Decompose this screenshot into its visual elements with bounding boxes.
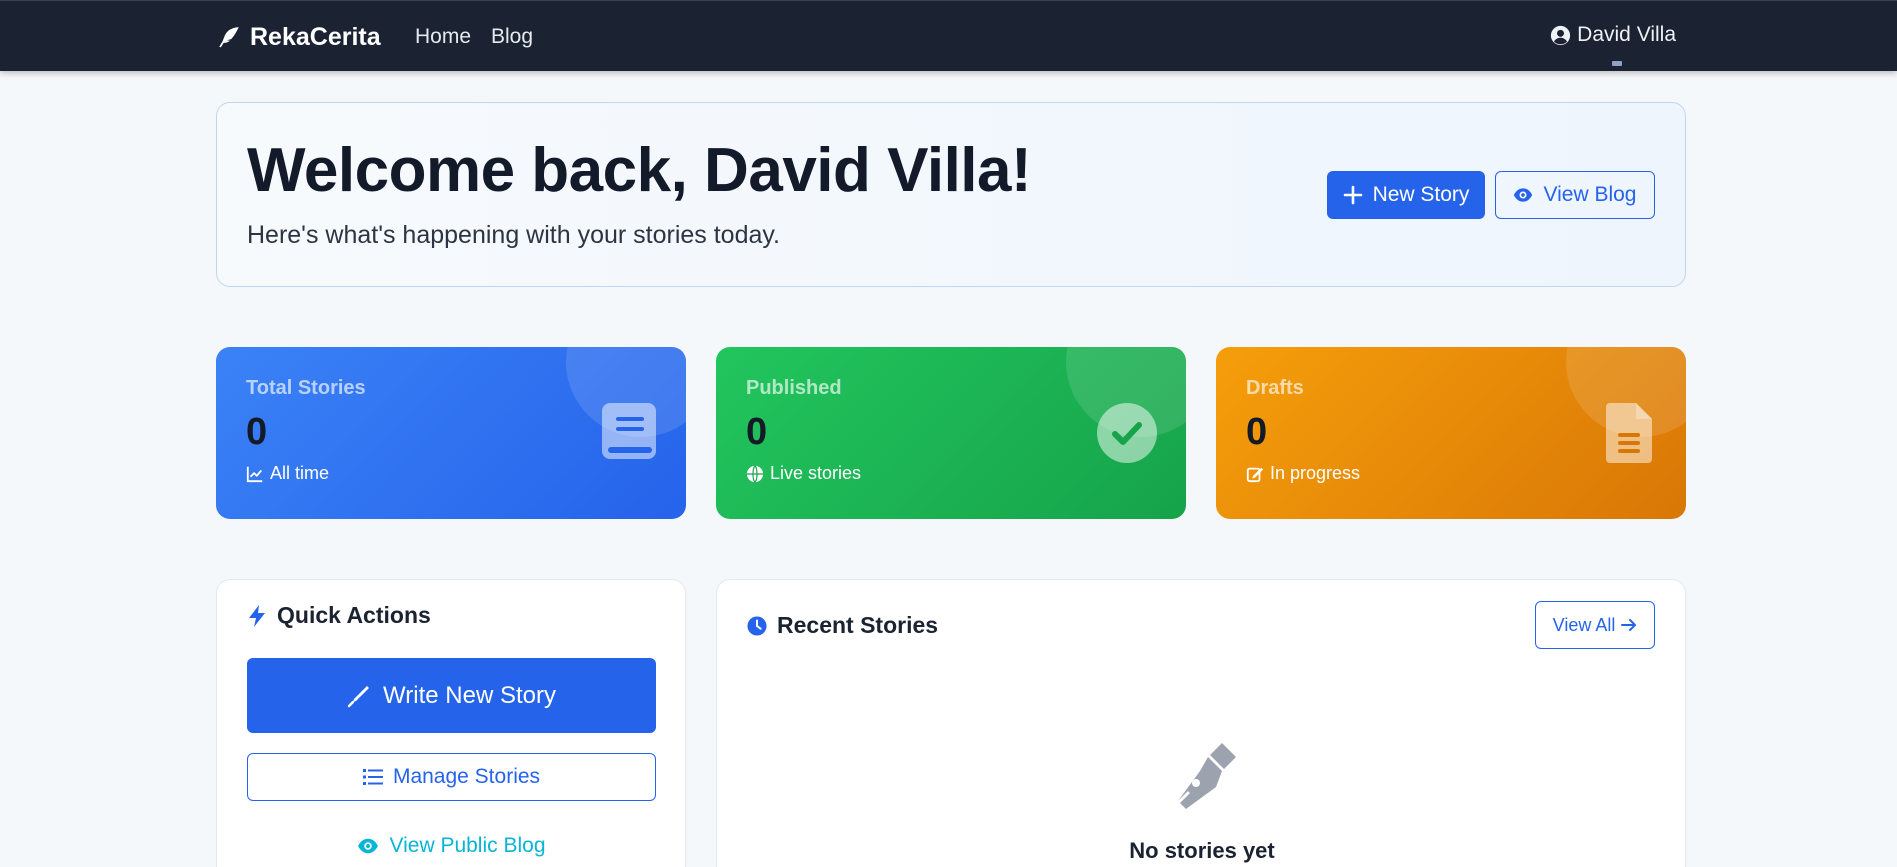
clock-icon: [747, 615, 767, 636]
stat-card-drafts: Drafts 0 In progress: [1216, 347, 1686, 519]
list-icon: [362, 769, 383, 785]
user-dropdown-caret-icon[interactable]: [1612, 61, 1622, 66]
view-blog-button[interactable]: View Blog: [1495, 171, 1655, 219]
view-all-label: View All: [1552, 614, 1616, 635]
eye-icon: [1514, 188, 1533, 202]
stat-label: Drafts: [1246, 377, 1304, 399]
book-icon: [602, 403, 656, 459]
stat-sub-text: Live stories: [770, 463, 862, 483]
quick-actions-panel: Quick Actions Write New Story Manage Sto…: [216, 579, 686, 867]
stat-value: 0: [1246, 411, 1268, 453]
pen-icon: [347, 685, 370, 707]
view-public-blog-link[interactable]: View Public Blog: [247, 828, 656, 864]
view-public-blog-label: View Public Blog: [389, 834, 546, 857]
stat-sub: In progress: [1246, 463, 1360, 484]
view-blog-label: View Blog: [1543, 183, 1637, 206]
brand-name: RekaCerita: [250, 22, 381, 51]
manage-stories-label: Manage Stories: [392, 765, 541, 788]
new-story-label: New Story: [1372, 183, 1470, 206]
stat-sub-text: In progress: [1270, 463, 1361, 483]
eye-icon: [358, 838, 379, 854]
stat-card-published: Published 0 Live stories: [716, 347, 1186, 519]
chart-line-icon: [246, 466, 263, 482]
stat-sub: Live stories: [746, 463, 861, 484]
stat-sub: All time: [246, 463, 329, 484]
welcome-card: Welcome back, David Villa! Here's what's…: [216, 102, 1686, 287]
globe-icon: [746, 464, 764, 483]
stat-label: Published: [746, 377, 842, 399]
bolt-icon: [249, 604, 265, 627]
quick-actions-title-text: Quick Actions: [277, 602, 431, 628]
nav-blog-link[interactable]: Blog: [491, 25, 533, 49]
edit-icon: [1246, 467, 1264, 482]
plus-icon: [1343, 185, 1362, 205]
user-menu[interactable]: David Villa: [1550, 23, 1676, 47]
new-story-button[interactable]: New Story: [1327, 171, 1485, 219]
write-new-story-button[interactable]: Write New Story: [247, 658, 656, 733]
write-new-story-label: Write New Story: [383, 681, 556, 709]
recent-stories-title: Recent Stories: [747, 612, 938, 639]
stat-value: 0: [246, 411, 268, 453]
arrow-right-icon: [1621, 619, 1637, 631]
nav-home-link[interactable]: Home: [415, 25, 471, 49]
stat-card-total-stories: Total Stories 0 All time: [216, 347, 686, 519]
feather-icon: [219, 27, 239, 48]
stat-value: 0: [746, 411, 768, 453]
user-name: David Villa: [1577, 23, 1676, 46]
recent-stories-title-text: Recent Stories: [777, 612, 939, 638]
user-circle-icon: [1551, 25, 1571, 45]
file-icon: [1606, 403, 1652, 463]
manage-stories-button[interactable]: Manage Stories: [247, 753, 656, 801]
brand-link[interactable]: RekaCerita: [216, 21, 381, 53]
quick-actions-title: Quick Actions: [247, 602, 431, 629]
fountain-pen-icon: [1170, 743, 1236, 811]
stat-label: Total Stories: [246, 377, 366, 399]
recent-stories-panel: Recent Stories View All No stories yet: [716, 579, 1686, 867]
welcome-title: Welcome back, David Villa!: [247, 136, 1032, 205]
welcome-subtitle: Here's what's happening with your storie…: [247, 221, 780, 249]
check-circle-icon: [1097, 403, 1157, 463]
stat-sub-text: All time: [270, 463, 330, 483]
top-navbar: RekaCerita Home Blog David Villa: [0, 0, 1897, 71]
view-all-button[interactable]: View All: [1535, 601, 1655, 649]
empty-state-text: No stories yet: [1129, 838, 1275, 863]
